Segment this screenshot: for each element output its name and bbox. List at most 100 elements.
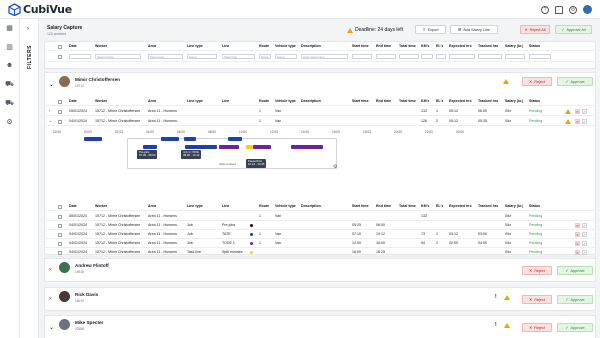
column-header[interactable]: Tracked hrs: [478, 202, 498, 211]
timeline-bar[interactable]: [228, 137, 242, 141]
reject-row-button[interactable]: ✕: [575, 108, 580, 114]
approve-button[interactable]: ✓ Approve: [557, 77, 593, 86]
settings-gear-icon[interactable]: ⚙: [569, 5, 577, 14]
column-header[interactable]: Area: [148, 202, 156, 211]
reject-row-button[interactable]: ✕: [575, 222, 580, 228]
worker-group-header[interactable]: ⌄ Mimir Christoffersen 15712 ✕ Reject ✓ Ap…: [45, 73, 596, 97]
column-header[interactable]: Area: [148, 42, 156, 51]
status-filter[interactable]: [529, 54, 551, 59]
approve-row-button[interactable]: ✓: [582, 108, 587, 114]
worker-filter[interactable]: Select worker: [95, 54, 141, 59]
line-filter[interactable]: Select line: [222, 54, 255, 59]
column-header[interactable]: Route: [259, 97, 269, 106]
reject-button[interactable]: ✕ Reject: [522, 266, 552, 275]
table-row[interactable]: 04/01/2024 15712 - Mimir Christoffersen Ar…: [45, 230, 596, 239]
column-header[interactable]: Tracked hrs: [478, 42, 498, 51]
el-filter[interactable]: [436, 54, 446, 59]
column-header[interactable]: Start time: [352, 202, 369, 211]
row-checkbox[interactable]: [58, 223, 62, 228]
column-header[interactable]: Line type: [187, 42, 203, 51]
approve-all-button[interactable]: ✓ Approve All: [555, 25, 592, 34]
select-all-checkbox[interactable]: [58, 54, 62, 59]
reject-row-button[interactable]: ✕: [575, 118, 580, 124]
column-header[interactable]: Description: [301, 202, 321, 211]
column-header[interactable]: Start time: [352, 97, 369, 106]
column-header[interactable]: Tracked hrs: [478, 97, 498, 106]
end-time-filter[interactable]: [376, 54, 396, 59]
column-header[interactable]: Line: [222, 42, 229, 51]
total-time-filter[interactable]: [399, 54, 419, 59]
timeline-bar[interactable]: [246, 145, 253, 149]
approve-button[interactable]: ✓ Approve: [557, 266, 593, 275]
column-header[interactable]: Start time: [352, 42, 369, 51]
area-filter[interactable]: Select area: [148, 54, 183, 59]
column-header[interactable]: End time: [376, 42, 391, 51]
timeline-bar[interactable]: [84, 137, 102, 141]
row-checkbox[interactable]: [58, 241, 62, 246]
column-header[interactable]: Total time: [399, 202, 416, 211]
logo[interactable]: CubiVue: [8, 3, 72, 16]
select-all-checkbox[interactable]: [58, 204, 62, 209]
column-header[interactable]: EL's: [436, 202, 443, 211]
salary-filter[interactable]: [505, 54, 525, 59]
approve-row-button[interactable]: ✓: [582, 240, 587, 246]
timeline-bar[interactable]: [219, 145, 239, 149]
expected-hrs-filter[interactable]: [449, 54, 475, 59]
filters-panel[interactable]: › FILTERS: [20, 19, 39, 338]
approve-row-button[interactable]: ✓: [582, 249, 587, 255]
column-header[interactable]: Route: [259, 202, 269, 211]
column-header[interactable]: Expected hrs: [449, 202, 472, 211]
row-checkbox[interactable]: [58, 109, 62, 114]
column-header[interactable]: KM's: [421, 97, 429, 106]
row-checkbox[interactable]: [58, 232, 62, 237]
approve-row-button[interactable]: ✓: [582, 118, 587, 124]
column-header[interactable]: Status: [529, 42, 540, 51]
table-row[interactable]: › 05/01/2024 15712 - Mimir Christoffersen A…: [45, 107, 596, 116]
user-avatar[interactable]: [583, 5, 592, 14]
column-header[interactable]: Line type: [187, 97, 203, 106]
chevron-down-icon[interactable]: ⌄: [49, 81, 54, 88]
column-header[interactable]: Salary (kr.): [505, 202, 523, 211]
table-row[interactable]: 04/01/2024 15712 - Mimir Christoffersen Ar…: [45, 248, 596, 257]
description-filter[interactable]: Insert description: [301, 54, 348, 59]
approve-row-button[interactable]: ✓: [582, 231, 587, 237]
timeline-bar[interactable]: [185, 145, 217, 149]
line-type-filter[interactable]: Select: [187, 54, 217, 59]
chevron-down-icon[interactable]: ⌄: [49, 324, 54, 331]
reject-button[interactable]: ✕ Reject: [522, 323, 552, 332]
column-header[interactable]: Worker: [95, 42, 107, 51]
column-header[interactable]: Expected hrs: [449, 42, 472, 51]
column-header[interactable]: Line: [222, 97, 229, 106]
column-header[interactable]: Date: [69, 97, 77, 106]
column-header[interactable]: Vehicle type: [275, 42, 296, 51]
chevron-down-icon[interactable]: ⌄: [49, 117, 52, 126]
select-all-checkbox[interactable]: [58, 99, 62, 104]
settings-icon[interactable]: ⚙: [5, 119, 14, 127]
column-header[interactable]: Vehicle type: [275, 97, 296, 106]
vehicle-filter[interactable]: Select: [275, 54, 297, 59]
column-header[interactable]: Total time: [399, 42, 416, 51]
reject-button[interactable]: ✕ Reject: [522, 295, 552, 304]
approve-row-button[interactable]: ✓: [582, 222, 587, 228]
truck-list-icon[interactable]: ⛟: [5, 100, 14, 108]
reject-all-button[interactable]: ✕ Reject All: [520, 25, 550, 34]
km-filter[interactable]: [421, 54, 433, 59]
start-time-filter[interactable]: [352, 54, 372, 59]
column-header[interactable]: Description: [301, 42, 321, 51]
column-header[interactable]: Area: [148, 97, 156, 106]
column-header[interactable]: Line type: [187, 202, 203, 211]
select-all-checkbox[interactable]: [58, 44, 62, 49]
timeline-bar[interactable]: [253, 145, 271, 149]
column-header[interactable]: KM's: [421, 202, 429, 211]
column-header[interactable]: KM's: [421, 42, 429, 51]
column-header[interactable]: Total time: [399, 97, 416, 106]
column-header[interactable]: EL's: [436, 42, 443, 51]
tracked-hrs-filter[interactable]: [478, 54, 502, 59]
timeline-bar[interactable]: [291, 145, 323, 149]
row-checkbox[interactable]: [58, 250, 62, 255]
column-header[interactable]: Status: [529, 202, 540, 211]
timeline-bar[interactable]: [161, 137, 179, 141]
add-salary-line-button[interactable]: ⊞ Add Salary Line: [450, 25, 498, 34]
column-header[interactable]: Description: [301, 97, 321, 106]
column-header[interactable]: Expected hrs: [449, 97, 472, 106]
